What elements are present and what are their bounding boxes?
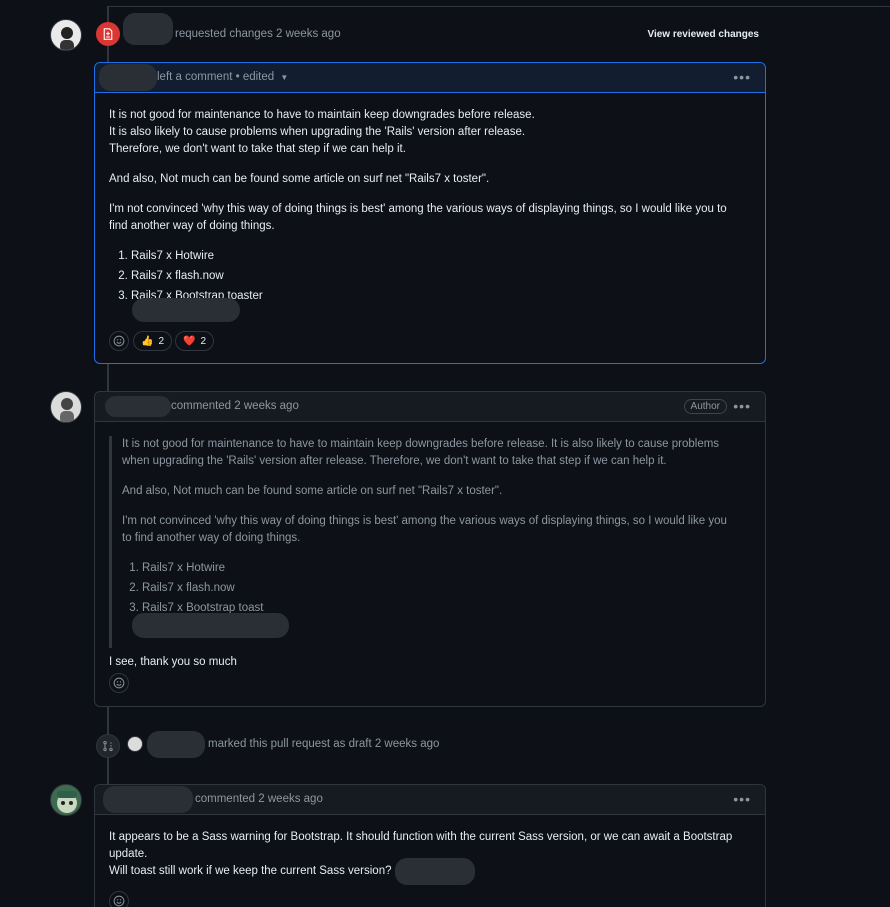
list-item: Rails7 x Hotwire	[131, 248, 755, 265]
commenter-avatar[interactable]	[50, 784, 82, 816]
review-comment-body: It is not good for maintenance to have t…	[109, 107, 755, 308]
review-action-text: requested changes 2 weeks ago	[175, 28, 341, 40]
comment-meta[interactable]: left a comment • edited ▼	[157, 71, 288, 83]
redacted-username	[103, 786, 193, 813]
kebab-horizontal-icon[interactable]: •••	[733, 398, 751, 414]
heart-reaction[interactable]: ❤️ 2	[175, 331, 215, 351]
kebab-horizontal-icon[interactable]: •••	[733, 69, 751, 85]
body-paragraph: And also, Not much can be found some art…	[109, 173, 490, 185]
redacted-content	[132, 613, 289, 638]
smiley-icon	[113, 895, 125, 907]
add-reaction-button[interactable]	[109, 673, 129, 693]
timeline-top-divider	[107, 6, 890, 7]
body-paragraph: I'm not convinced 'why this way of doing…	[109, 203, 727, 215]
comment-meta-label: left a comment • edited	[157, 71, 275, 83]
author-comment-box: commented 2 weeks ago Author ••• It is n…	[94, 391, 766, 707]
redacted-content	[132, 298, 240, 322]
comment-header: commented 2 weeks ago Author •••	[95, 392, 765, 422]
body-line: It is also likely to cause problems when…	[109, 126, 526, 138]
quote-line: I'm not convinced 'why this way of doing…	[122, 515, 727, 527]
draft-event-text: marked this pull request as draft 2 week…	[208, 738, 440, 750]
reaction-count: 2	[200, 335, 207, 347]
body-line: It is not good for maintenance to have t…	[109, 109, 535, 121]
redacted-username	[105, 396, 171, 417]
list-item: Rails7 x Hotwire	[142, 560, 755, 577]
add-reaction-button[interactable]	[109, 331, 129, 351]
comment-meta[interactable]: commented 2 weeks ago	[195, 793, 323, 805]
redacted-username	[123, 13, 173, 45]
list-item: Rails7 x flash.now	[142, 580, 755, 597]
quote-line: when upgrading the 'Rails' version after…	[122, 455, 667, 467]
author-badge: Author	[683, 399, 727, 414]
reviewer-avatar[interactable]	[50, 19, 82, 51]
redacted-content	[395, 858, 475, 885]
git-pull-request-draft-icon	[96, 734, 120, 758]
body-paragraph: find another way of doing things.	[109, 220, 275, 232]
quoted-list: Rails7 x Hotwire Rails7 x flash.now Rail…	[142, 560, 755, 617]
smiley-icon	[113, 335, 125, 347]
comment-header: commented 2 weeks ago •••	[95, 785, 765, 815]
thumbs-up-icon: 👍	[141, 335, 154, 347]
triangle-down-icon: ▼	[280, 73, 289, 82]
smiley-icon	[113, 677, 125, 689]
heart-icon: ❤️	[183, 335, 196, 347]
redacted-username	[147, 731, 205, 758]
add-reaction-button[interactable]	[109, 891, 129, 907]
kebab-horizontal-icon[interactable]: •••	[733, 791, 751, 807]
reaction-count: 2	[158, 335, 165, 347]
review-comment-header: left a comment • edited ▼ •••	[95, 63, 765, 93]
list-item: Rails7 x flash.now	[131, 268, 755, 285]
event-actor-avatar[interactable]	[127, 736, 143, 752]
comment-meta[interactable]: commented 2 weeks ago	[171, 400, 299, 412]
view-reviewed-changes-button[interactable]: View reviewed changes	[647, 29, 759, 40]
thumbs-up-reaction[interactable]: 👍 2	[133, 331, 173, 351]
file-diff-icon	[96, 22, 120, 46]
commenter-comment-box: commented 2 weeks ago ••• It appears to …	[94, 784, 766, 907]
quote-line: It is not good for maintenance to have t…	[122, 438, 720, 450]
review-comment-box: left a comment • edited ▼ ••• It is not …	[94, 62, 766, 364]
quote-line: to find another way of doing things.	[122, 532, 301, 544]
options-list: Rails7 x Hotwire Rails7 x flash.now Rail…	[131, 248, 755, 305]
body-line: Therefore, we don't want to take that st…	[109, 143, 406, 155]
quote-line: And also, Not much can be found some art…	[122, 485, 503, 497]
redacted-username	[99, 64, 157, 91]
author-avatar[interactable]	[50, 391, 82, 423]
reply-text: I see, thank you so much	[109, 656, 237, 668]
body-line: It appears to be a Sass warning for Boot…	[109, 831, 733, 843]
